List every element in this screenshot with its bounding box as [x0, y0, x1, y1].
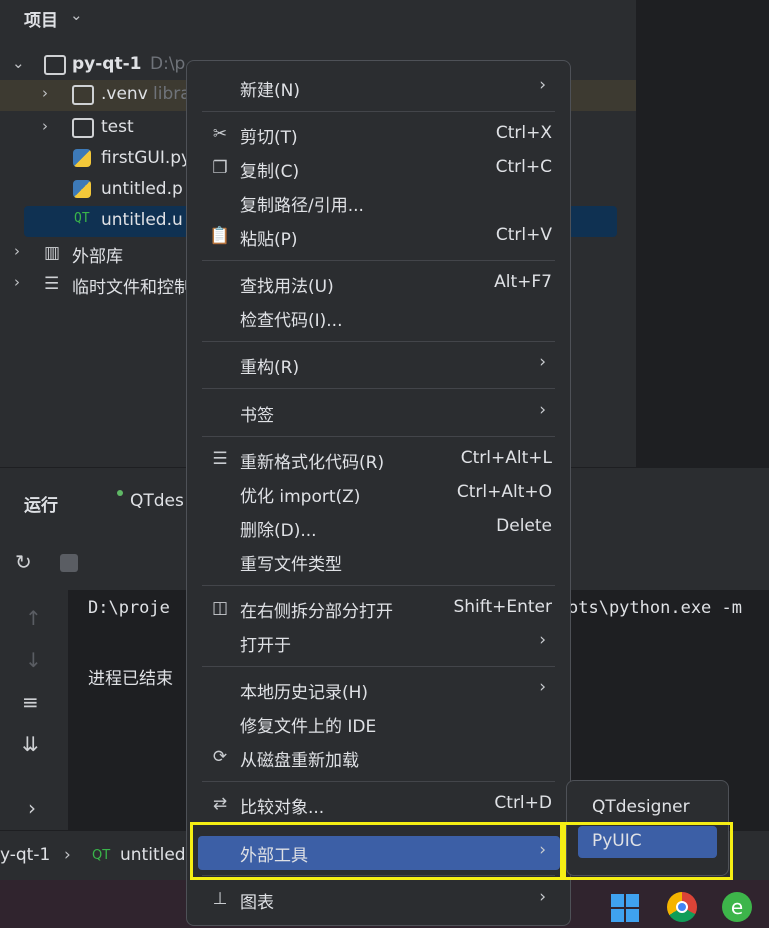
annotation-highlight-box: [563, 822, 733, 880]
reload-icon: ⟳: [212, 747, 228, 767]
clipboard-icon: 📋: [209, 226, 231, 246]
library-icon: ▥: [44, 243, 61, 263]
folder-icon: [44, 55, 66, 75]
arrow-up-icon[interactable]: ↑: [25, 606, 42, 630]
qt-ui-file-icon: QT: [74, 211, 90, 226]
reformat-icon: ☰: [212, 449, 228, 469]
windows-start-icon[interactable]: [611, 894, 639, 922]
scroll-to-end-icon[interactable]: ⇊: [22, 732, 39, 756]
menu-item-find-usages[interactable]: 查找用法(U) Alt+F7: [187, 267, 572, 301]
menu-separator: [202, 388, 555, 389]
console-line: ots\python.exe -m: [568, 598, 742, 618]
tree-item-label: firstGUI.py: [101, 148, 192, 168]
browser-e-icon[interactable]: e: [722, 892, 752, 922]
menu-item-optimize-imports[interactable]: 优化 import(Z) Ctrl+Alt+O: [187, 477, 572, 511]
soft-wrap-icon[interactable]: ≡: [22, 690, 39, 714]
menu-item-inspect-code[interactable]: 检查代码(I)...: [187, 301, 572, 335]
editor-area: [636, 0, 769, 468]
tree-item-label: 外部库: [72, 247, 123, 267]
menu-item-override-file-type[interactable]: 重写文件类型: [187, 545, 572, 579]
menu-separator: [202, 341, 555, 342]
menu-item-refactor[interactable]: 重构(R) ›: [187, 348, 572, 382]
chevron-down-icon[interactable]: ⌄: [12, 54, 25, 72]
chevron-right-icon: ›: [539, 677, 546, 697]
chevron-right-icon[interactable]: ›: [14, 273, 20, 291]
console-line: 进程已结束: [88, 669, 173, 689]
tree-item-label: .venv: [101, 84, 148, 104]
tree-item-label: test: [101, 117, 134, 137]
console-side-toolbar: ↑ ↓ ≡ ⇊ ›: [0, 590, 68, 830]
menu-separator: [202, 260, 555, 261]
annotation-highlight-box: [190, 822, 563, 880]
context-menu: 新建(N) › ✂ 剪切(T) Ctrl+X ❐ 复制(C) Ctrl+C 复制…: [186, 60, 571, 926]
folder-icon: [72, 85, 94, 105]
menu-separator: [202, 781, 555, 782]
copy-icon: ❐: [212, 158, 228, 178]
chevron-right-icon[interactable]: ›: [14, 242, 20, 260]
chevron-right-icon: ›: [539, 630, 546, 650]
menu-item-reload-from-disk[interactable]: ⟳ 从磁盘重新加载: [187, 741, 572, 775]
compare-icon: ⇄: [212, 794, 228, 814]
menu-separator: [202, 666, 555, 667]
stop-icon[interactable]: [60, 554, 78, 572]
breadcrumb-file[interactable]: untitled: [120, 845, 186, 865]
submenu-item-qtdesigner[interactable]: QTdesigner: [567, 792, 730, 824]
tree-item-label: py-qt-1: [72, 54, 142, 74]
chevron-down-icon[interactable]: ⌄: [70, 6, 83, 24]
menu-item-open-split-right[interactable]: ◫ 在右侧拆分部分打开 Shift+Enter: [187, 592, 572, 626]
python-file-icon: [73, 149, 91, 167]
rerun-icon[interactable]: ↻: [15, 550, 32, 574]
chevron-right-icon: ›: [539, 75, 546, 95]
chevron-right-icon[interactable]: ›: [42, 117, 48, 135]
split-view-icon: ◫: [211, 598, 229, 618]
menu-item-reformat-code[interactable]: ☰ 重新格式化代码(R) Ctrl+Alt+L: [187, 443, 572, 477]
menu-item-compare-with[interactable]: ⇄ 比较对象... Ctrl+D: [187, 788, 572, 822]
python-file-icon: [73, 180, 91, 198]
menu-separator: [202, 436, 555, 437]
chevron-right-icon: ›: [539, 887, 546, 907]
menu-item-bookmarks[interactable]: 书签 ›: [187, 396, 572, 430]
menu-item-copy[interactable]: ❐ 复制(C) Ctrl+C: [187, 152, 572, 186]
menu-separator: [202, 111, 555, 112]
console-line: D:\proje: [88, 598, 170, 618]
menu-item-repair-ide[interactable]: 修复文件上的 IDE: [187, 707, 572, 741]
chevron-right-icon: ›: [539, 352, 546, 372]
chevron-right-icon: ›: [64, 845, 71, 865]
menu-item-copy-path[interactable]: 复制路径/引用...: [187, 186, 572, 220]
run-panel-title[interactable]: 运行: [24, 491, 58, 516]
menu-item-cut[interactable]: ✂ 剪切(T) Ctrl+X: [187, 118, 572, 152]
chevron-right-icon[interactable]: ›: [42, 84, 48, 102]
chevron-right-icon: ›: [539, 400, 546, 420]
menu-item-open-in[interactable]: 打开于 ›: [187, 626, 572, 660]
diagram-icon: ⊥: [212, 889, 228, 909]
menu-item-paste[interactable]: 📋 粘贴(P) Ctrl+V: [187, 220, 572, 254]
project-panel-header: 项目 ⌄: [0, 0, 636, 36]
scratch-icon: ☰: [44, 274, 60, 294]
menu-item-local-history[interactable]: 本地历史记录(H) ›: [187, 673, 572, 707]
project-panel-title[interactable]: 项目: [24, 6, 58, 31]
run-tab[interactable]: QTdes: [130, 491, 184, 511]
menu-item-delete[interactable]: 删除(D)... Delete: [187, 511, 572, 545]
tree-item-label: untitled.p: [101, 179, 183, 199]
tree-item-label: 临时文件和控制: [72, 278, 191, 298]
running-indicator-icon: [117, 490, 123, 496]
chevron-right-icon[interactable]: ›: [28, 796, 36, 820]
menu-item-new[interactable]: 新建(N) ›: [187, 71, 572, 105]
chrome-icon[interactable]: [667, 892, 697, 922]
qt-ui-file-icon: QT: [92, 848, 111, 863]
package-folder-icon: [72, 118, 94, 138]
arrow-down-icon[interactable]: ↓: [25, 648, 42, 672]
breadcrumb-project[interactable]: y-qt-1: [0, 845, 50, 865]
menu-separator: [202, 585, 555, 586]
tree-item-path: D:\p: [150, 54, 186, 74]
menu-item-diagrams[interactable]: ⊥ 图表 ›: [187, 883, 572, 917]
scissors-icon: ✂: [212, 124, 228, 144]
tree-item-label: untitled.u: [101, 210, 183, 230]
tree-item-hint: libra: [153, 84, 191, 104]
